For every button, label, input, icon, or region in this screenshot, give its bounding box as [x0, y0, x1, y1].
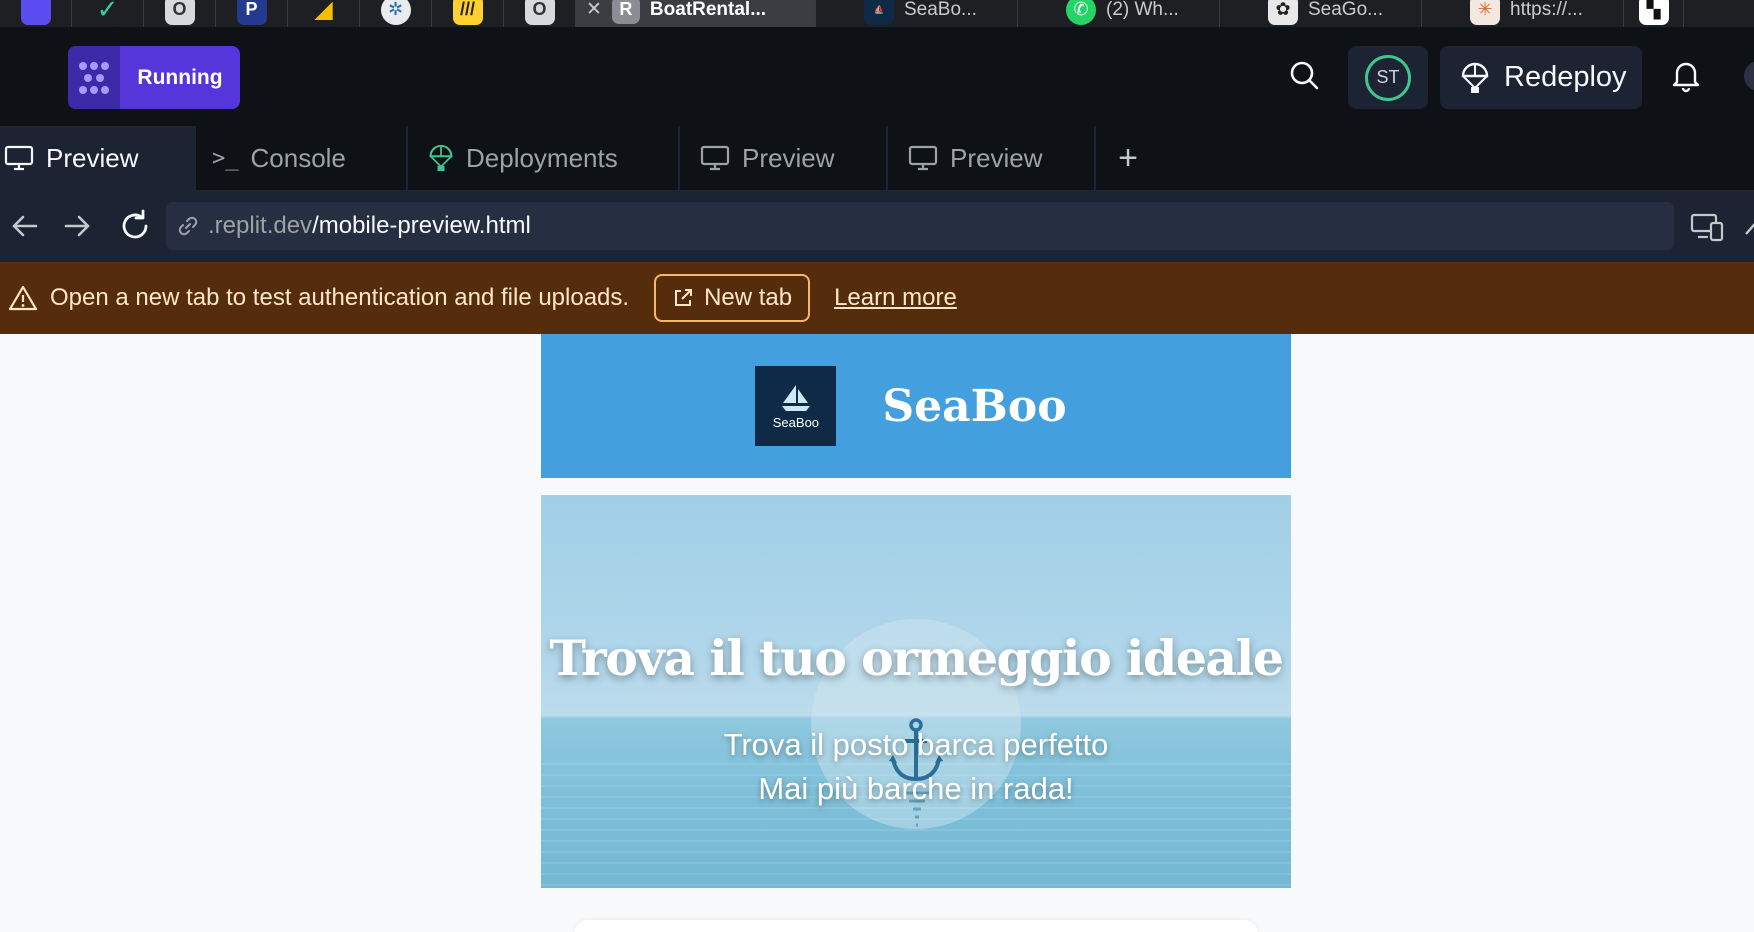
- running-dots-icon: [68, 46, 120, 109]
- redeploy-label: Redeploy: [1504, 61, 1627, 93]
- browser-tab-o-app-2[interactable]: O: [504, 0, 576, 27]
- browser-tab-compass[interactable]: ✲: [360, 0, 432, 27]
- browser-tab-miro[interactable]: ///: [432, 0, 504, 27]
- browser-tab-whatsapp[interactable]: ✆ (2) Wh...: [1018, 0, 1220, 27]
- add-tab-button[interactable]: +: [1096, 126, 1160, 190]
- preview-nav-bar: .replit.dev/mobile-preview.html: [0, 190, 1754, 262]
- compass-icon: ✲: [380, 0, 411, 25]
- edit-icon[interactable]: [1742, 214, 1754, 238]
- seaboo-icon: ⛵: [864, 0, 894, 25]
- seaboo-logo: SeaBoo: [755, 366, 837, 446]
- sailboat-icon: [781, 384, 810, 411]
- whatsapp-icon: ✆: [1066, 0, 1096, 25]
- tab-label: Preview: [46, 142, 139, 173]
- banner-message: Open a new tab to test authentication an…: [50, 284, 630, 311]
- monitor-icon: [700, 145, 730, 171]
- hero-subtitle-line-1: Trova il posto barca perfetto: [723, 727, 1109, 762]
- tab-label: Console: [250, 142, 346, 173]
- miro-icon: ///: [452, 0, 483, 25]
- learn-more-link[interactable]: Learn more: [834, 284, 957, 312]
- vercel-icon: ✓: [92, 0, 123, 25]
- deploy-icon: [1461, 62, 1489, 93]
- google-ads-icon: ◢: [308, 0, 339, 25]
- devices-icon[interactable]: [1690, 210, 1724, 244]
- browser-tab-chatgpt[interactable]: ✿ SeaGo...: [1220, 0, 1422, 27]
- p-app-icon: P: [236, 0, 267, 25]
- tab-label: Preview: [742, 142, 835, 173]
- replit-header: Running ST Redeploy: [0, 27, 1754, 126]
- warning-icon: [8, 285, 38, 311]
- external-link-icon: [675, 289, 693, 306]
- close-tab-icon[interactable]: ✕: [586, 0, 602, 21]
- pane-tab-bar: Preview >_ Console Deployments Preview P…: [0, 126, 1754, 190]
- new-tab-button[interactable]: New tab: [654, 274, 811, 322]
- browser-tab-title: SeaBo...: [904, 0, 977, 20]
- browser-tab-o-app[interactable]: O: [144, 0, 216, 27]
- search-icon[interactable]: [1286, 57, 1322, 93]
- next-section-card: [574, 920, 1258, 932]
- tab-preview-2[interactable]: Preview: [680, 126, 888, 190]
- figma-icon: [20, 0, 51, 25]
- browser-tab-google-ads[interactable]: ◢: [288, 0, 360, 27]
- browser-tab-seaboo[interactable]: ⛵ SeaBo...: [816, 0, 1018, 27]
- o-app-icon: O: [164, 0, 195, 25]
- bell-icon[interactable]: [1668, 57, 1704, 93]
- link-icon: [178, 216, 198, 236]
- url-input[interactable]: .replit.dev/mobile-preview.html: [166, 202, 1674, 250]
- replit-r-icon: R: [611, 0, 640, 24]
- reload-icon[interactable]: [117, 208, 153, 244]
- browser-tab-title: SeaGo...: [1308, 0, 1383, 20]
- back-arrow-icon[interactable]: [6, 208, 42, 244]
- logo-text: SeaBoo: [772, 414, 820, 430]
- preview-viewport: SeaBoo SeaBoo Trova il tuo ormeggio idea…: [0, 334, 1754, 932]
- browser-tab-figma[interactable]: [0, 0, 72, 27]
- app-icon: ▚: [1638, 0, 1669, 25]
- browser-tab-vercel[interactable]: ✓: [72, 0, 144, 27]
- browser-tab-last[interactable]: ▚: [1624, 0, 1684, 27]
- site-title: SeaBoo: [882, 380, 1067, 432]
- run-button[interactable]: Running: [68, 46, 240, 109]
- browser-tab-claude[interactable]: ✳ https://...: [1422, 0, 1624, 27]
- browser-tab-active[interactable]: ✕ R BoatRental...: [576, 0, 816, 27]
- terminal-icon: >_: [212, 145, 239, 171]
- browser-tab-strip: ✓ O P ◢ ✲ /// O ✕ R BoatRental... ⛵ SeaB…: [0, 0, 1754, 27]
- o-app-icon-2: O: [524, 0, 555, 25]
- site-header: SeaBoo SeaBoo: [541, 334, 1291, 478]
- tab-preview[interactable]: Preview: [0, 126, 196, 190]
- deploy-icon: [429, 144, 453, 171]
- redeploy-button[interactable]: Redeploy: [1440, 46, 1642, 109]
- hero-subtitle-line-2: Mai più barche in rada!: [758, 771, 1074, 806]
- monitor-icon: [4, 145, 34, 171]
- tab-preview-3[interactable]: Preview: [888, 126, 1096, 190]
- tab-deployments[interactable]: Deployments: [408, 126, 680, 190]
- tab-console[interactable]: >_ Console: [196, 126, 408, 190]
- new-tab-label: New tab: [704, 284, 793, 311]
- avatar: ST: [1365, 54, 1411, 101]
- browser-tab-title: (2) Wh...: [1106, 0, 1179, 20]
- forward-arrow-icon[interactable]: [60, 208, 96, 244]
- tab-label: Preview: [950, 142, 1043, 173]
- hero-subtitle: Trova il posto barca perfetto Mai più ba…: [541, 723, 1291, 811]
- url-path: /mobile-preview.html: [312, 212, 531, 239]
- browser-tab-title: BoatRental...: [649, 0, 767, 20]
- monitor-icon: [908, 145, 938, 171]
- user-menu[interactable]: ST: [1348, 46, 1428, 109]
- url-host: .replit.dev: [208, 212, 313, 239]
- browser-tab-p-app[interactable]: P: [216, 0, 288, 27]
- warning-banner: Open a new tab to test authentication an…: [0, 262, 1754, 334]
- run-label: Running: [137, 65, 223, 89]
- chatgpt-icon: ✿: [1268, 0, 1298, 25]
- browser-tab-title: https://...: [1510, 0, 1583, 20]
- hero-title: Trova il tuo ormeggio ideale: [549, 629, 1284, 687]
- hero-banner: Trova il tuo ormeggio ideale Trova il po…: [541, 495, 1291, 888]
- claude-icon: ✳: [1470, 0, 1500, 25]
- more-icon[interactable]: [1744, 61, 1754, 91]
- tab-label: Deployments: [466, 142, 618, 173]
